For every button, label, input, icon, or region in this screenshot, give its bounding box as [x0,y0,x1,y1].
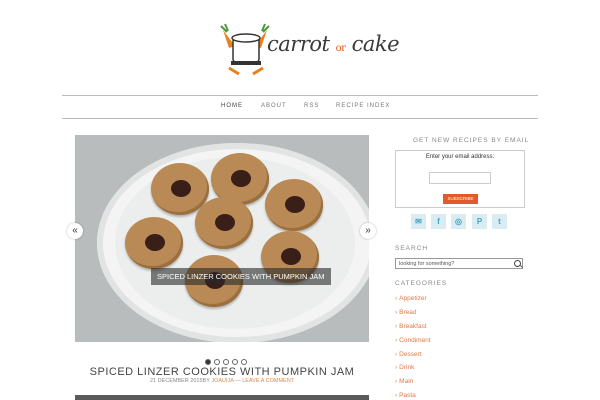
category-link[interactable]: › Appetizer [395,295,427,302]
email-input[interactable] [429,172,491,184]
slider-dot[interactable] [223,359,229,365]
slider-dot[interactable] [232,359,238,365]
nav-home[interactable]: HOME [221,103,243,109]
pot-carrot-icon [220,23,270,76]
featured-slider[interactable]: SPICED LINZER COOKIES WITH PUMPKIN JAM [75,135,369,342]
cookie [195,197,253,249]
slide-caption[interactable]: SPICED LINZER COOKIES WITH PUMPKIN JAM [151,268,331,285]
post-author[interactable]: JOAUIJA [211,378,233,384]
category-link[interactable]: › Main [395,378,413,385]
search-icon[interactable] [514,260,521,267]
leave-comment-link[interactable]: LEAVE A COMMENT [242,378,294,384]
nav-about[interactable]: ABOUT [261,103,287,109]
category-link[interactable]: › Breakfast [395,323,427,330]
main-nav: HOME ABOUT RSS RECIPE INDEX [62,95,538,119]
category-link[interactable]: › Condiment [395,337,431,344]
cookie [125,217,183,269]
search-input[interactable]: looking for something? [395,258,523,269]
category-link[interactable]: › Drink [395,364,414,371]
subscribe-button[interactable]: SUBSCRIBE [443,194,478,204]
category-link[interactable]: › Dessert [395,351,422,358]
site-logo[interactable]: carrot or cake [215,18,400,78]
twitter-icon[interactable]: t [492,214,507,229]
slider-next-arrow-icon[interactable]: » [360,223,376,239]
slider-dot[interactable] [205,359,211,365]
post-by: BY [202,378,210,384]
category-link[interactable]: › Bread [395,309,417,316]
nav-rss[interactable]: RSS [304,103,319,109]
next-post-image[interactable] [75,395,369,400]
post-meta: 21 DECEMBER 2015BY JOAUIJA — LEAVE A COM… [75,378,369,384]
cookie [265,179,323,231]
post-title[interactable]: SPICED LINZER COOKIES WITH PUMPKIN JAM [75,366,369,378]
mail-icon[interactable]: ✉ [411,214,426,229]
email-label: Enter your email address: [425,154,495,160]
meta-sep: — [233,378,243,384]
category-link[interactable]: › Pasta [395,392,416,399]
facebook-icon[interactable]: f [431,214,446,229]
logo-text: carrot or cake [267,32,400,56]
slider-dot[interactable] [214,359,220,365]
categories-title: CATEGORIES [395,280,448,287]
pinterest-icon[interactable]: P [472,214,487,229]
search-title: SEARCH [395,245,429,252]
email-widget-title: GET NEW RECIPES BY EMAIL [413,137,530,144]
slider-prev-arrow-icon[interactable]: « [67,223,83,239]
post-date: 21 DECEMBER 2015 [149,378,203,384]
email-widget: Enter your email address: SUBSCRIBE [395,150,525,208]
nav-recipe-index[interactable]: RECIPE INDEX [336,103,390,109]
slider-dot[interactable] [241,359,247,365]
instagram-icon[interactable]: ◎ [451,214,466,229]
